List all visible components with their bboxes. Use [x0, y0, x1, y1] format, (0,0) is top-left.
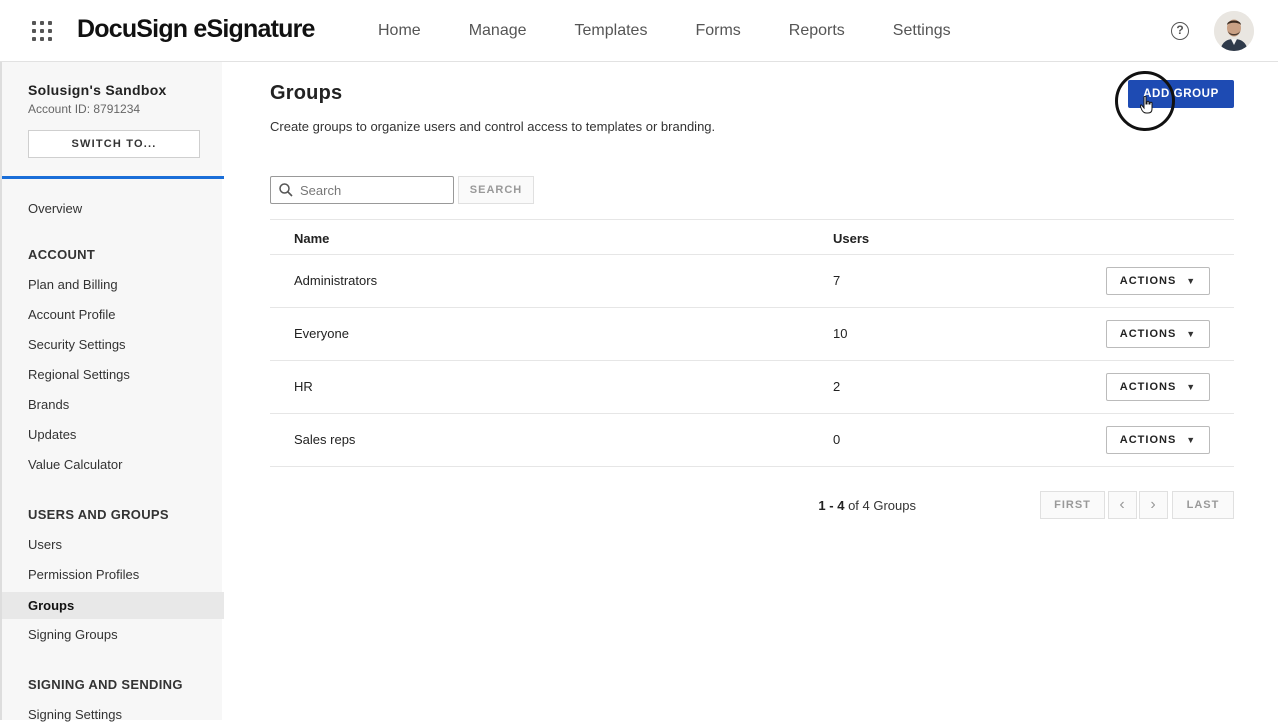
sidebar-item-brands[interactable]: Brands: [28, 397, 69, 412]
pagination-range: 1 - 4: [818, 498, 845, 513]
actions-dropdown-button[interactable]: ACTIONS ▼: [1106, 426, 1210, 454]
caret-down-icon: ▼: [1186, 435, 1197, 445]
sidebar-heading-users-groups: USERS AND GROUPS: [28, 507, 169, 522]
nav-reports[interactable]: Reports: [789, 22, 845, 40]
search-box: [270, 176, 454, 204]
column-header-name[interactable]: Name: [294, 231, 329, 246]
sidebar-item-plan-billing[interactable]: Plan and Billing: [28, 277, 118, 292]
sidebar-item-account-profile[interactable]: Account Profile: [28, 307, 115, 322]
nav-settings[interactable]: Settings: [893, 22, 951, 40]
sidebar-item-security-settings[interactable]: Security Settings: [28, 337, 126, 352]
first-page-button[interactable]: FIRST: [1040, 491, 1105, 519]
search-icon: [279, 183, 293, 197]
sidebar-heading-account: ACCOUNT: [28, 247, 96, 262]
actions-label: ACTIONS: [1119, 328, 1177, 340]
sidebar: Solusign's Sandbox Account ID: 8791234 S…: [0, 62, 224, 722]
table-header: Name Users: [270, 219, 1234, 255]
group-name[interactable]: Administrators: [294, 273, 377, 288]
table-row: HR 2 ACTIONS ▼: [270, 361, 1234, 414]
group-name[interactable]: Everyone: [294, 326, 349, 341]
nav-home[interactable]: Home: [378, 22, 421, 40]
sidebar-heading-signing-sending: SIGNING AND SENDING: [28, 677, 183, 692]
account-id: Account ID: 8791234: [28, 102, 141, 116]
caret-down-icon: ▼: [1186, 382, 1197, 392]
search-button[interactable]: SEARCH: [458, 176, 534, 204]
nav-templates[interactable]: Templates: [575, 22, 648, 40]
actions-dropdown-button[interactable]: ACTIONS ▼: [1106, 373, 1210, 401]
group-user-count: 2: [833, 379, 841, 394]
table-row: Sales reps 0 ACTIONS ▼: [270, 414, 1234, 467]
actions-dropdown-button[interactable]: ACTIONS ▼: [1106, 267, 1210, 295]
actions-label: ACTIONS: [1119, 381, 1177, 393]
page-description: Create groups to organize users and cont…: [270, 119, 716, 134]
help-icon[interactable]: ?: [1171, 22, 1189, 40]
pagination-total: of 4 Groups: [848, 498, 916, 513]
nav-manage[interactable]: Manage: [469, 22, 527, 40]
sidebar-item-value-calculator[interactable]: Value Calculator: [28, 457, 122, 472]
table-row: Administrators 7 ACTIONS ▼: [270, 255, 1234, 308]
last-page-button[interactable]: LAST: [1172, 491, 1234, 519]
main-nav: Home Manage Templates Forms Reports Sett…: [378, 0, 999, 62]
actions-dropdown-button[interactable]: ACTIONS ▼: [1106, 320, 1210, 348]
group-user-count: 10: [833, 326, 848, 341]
sidebar-item-groups[interactable]: Groups: [28, 598, 74, 613]
app-switcher-icon[interactable]: [32, 21, 52, 41]
group-name[interactable]: Sales reps: [294, 432, 355, 447]
group-user-count: 0: [833, 432, 841, 447]
group-user-count: 7: [833, 273, 841, 288]
hand-cursor-icon: [1140, 96, 1153, 114]
pagination-summary: 1 - 4 of 4 Groups: [818, 498, 916, 513]
group-name[interactable]: HR: [294, 379, 313, 394]
caret-down-icon: ▼: [1186, 276, 1197, 286]
page-title: Groups: [270, 82, 343, 104]
caret-down-icon: ▼: [1186, 329, 1197, 339]
actions-label: ACTIONS: [1119, 434, 1177, 446]
nav-forms[interactable]: Forms: [695, 22, 740, 40]
docusign-logo[interactable]: DocuSign eSignature: [77, 15, 315, 44]
pagination: 1 - 4 of 4 Groups FIRST ‹ › LAST: [222, 491, 1234, 519]
sidebar-item-overview[interactable]: Overview: [28, 201, 82, 216]
top-bar: DocuSign eSignature Home Manage Template…: [0, 0, 1278, 62]
avatar[interactable]: [1214, 11, 1254, 51]
sidebar-item-users[interactable]: Users: [28, 537, 62, 552]
column-header-users[interactable]: Users: [833, 231, 869, 246]
sidebar-item-regional-settings[interactable]: Regional Settings: [28, 367, 130, 382]
main-content: Groups Create groups to organize users a…: [222, 62, 1278, 720]
table-row: Everyone 10 ACTIONS ▼: [270, 308, 1234, 361]
sidebar-item-signing-groups[interactable]: Signing Groups: [28, 627, 118, 642]
sidebar-divider: [2, 176, 224, 179]
search-input[interactable]: [300, 181, 450, 199]
sidebar-item-permission-profiles[interactable]: Permission Profiles: [28, 567, 139, 582]
account-name: Solusign's Sandbox: [28, 82, 167, 98]
groups-table: Name Users Administrators 7 ACTIONS ▼ Eve…: [270, 219, 1234, 467]
sidebar-item-updates[interactable]: Updates: [28, 427, 76, 442]
prev-page-button[interactable]: ‹: [1108, 491, 1137, 519]
switch-account-button[interactable]: SWITCH TO...: [28, 130, 200, 158]
actions-label: ACTIONS: [1119, 275, 1177, 287]
next-page-button[interactable]: ›: [1139, 491, 1168, 519]
